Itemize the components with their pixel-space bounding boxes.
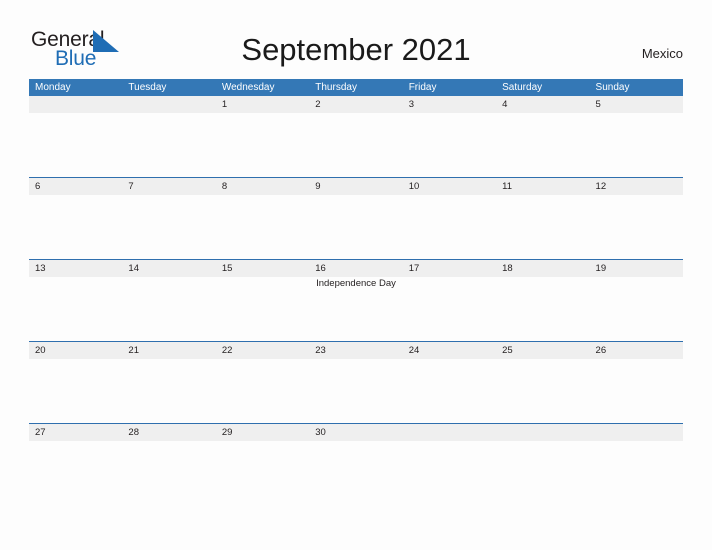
weekday-header-friday: Friday xyxy=(408,82,437,93)
day-number: 11 xyxy=(502,181,512,192)
day-number: 2 xyxy=(315,99,321,110)
day-number: 10 xyxy=(408,181,420,192)
day-cell[interactable]: 27 xyxy=(29,424,122,505)
day-number: 30 xyxy=(315,427,326,438)
weekday-header-monday: Monday xyxy=(35,82,71,93)
day-cell[interactable]: 4 xyxy=(496,96,589,177)
day-cell[interactable]: 13 xyxy=(29,260,122,341)
day-number: 23 xyxy=(315,345,326,356)
day-cell[interactable]: 8 xyxy=(216,178,309,259)
week-row: 13 14 15 16 Independence Day 17 18 19 xyxy=(29,259,683,341)
day-cell[interactable]: 3 xyxy=(403,96,496,177)
day-cell[interactable]: 11 xyxy=(496,178,589,259)
page-header: General Blue September 2021 Mexico xyxy=(0,0,712,80)
weekday-header-saturday: Saturday xyxy=(502,82,543,93)
day-cell[interactable]: 24 xyxy=(403,342,496,423)
week-row: 6 7 8 9 10 11 12 xyxy=(29,177,683,259)
page-title: September 2021 xyxy=(241,32,471,67)
day-cell[interactable]: 7 xyxy=(122,178,215,259)
day-number: 16 xyxy=(315,263,326,274)
day-number: 29 xyxy=(221,427,233,438)
day-number: 18 xyxy=(502,263,513,274)
day-number: 17 xyxy=(408,263,420,274)
day-cell[interactable]: 23 xyxy=(309,342,402,423)
day-cell[interactable]: 30 xyxy=(309,424,402,505)
day-cell[interactable] xyxy=(122,96,215,177)
day-cell[interactable]: 10 xyxy=(403,178,496,259)
day-cell[interactable]: 22 xyxy=(216,342,309,423)
day-number: 28 xyxy=(128,427,139,438)
day-cell[interactable]: 14 xyxy=(122,260,215,341)
day-cell[interactable]: 28 xyxy=(122,424,215,505)
day-number: 7 xyxy=(128,181,134,192)
week-row: 20 21 22 23 24 25 26 xyxy=(29,341,683,423)
day-cell[interactable]: 2 xyxy=(309,96,402,177)
day-cell[interactable]: 5 xyxy=(590,96,683,177)
day-cell[interactable]: 25 xyxy=(496,342,589,423)
day-number: 25 xyxy=(502,345,513,356)
day-number: 15 xyxy=(221,263,233,274)
day-cell[interactable]: 15 xyxy=(216,260,309,341)
weekday-header-wednesday: Wednesday xyxy=(221,82,275,93)
day-cell[interactable]: 29 xyxy=(216,424,309,505)
day-cell[interactable]: 26 xyxy=(590,342,683,423)
week-row: 27 28 29 30 xyxy=(29,423,683,505)
weekday-header-sunday: Sunday xyxy=(595,82,630,93)
day-number: 12 xyxy=(595,181,607,192)
day-number: 21 xyxy=(128,345,139,356)
day-number: 5 xyxy=(595,99,601,110)
day-number: 19 xyxy=(595,263,607,274)
day-number: 27 xyxy=(35,427,46,438)
day-number: 26 xyxy=(595,345,607,356)
day-number: 8 xyxy=(221,181,228,192)
day-number: 20 xyxy=(35,345,46,356)
day-cell[interactable] xyxy=(496,424,589,505)
week-row: 1 2 3 4 5 xyxy=(29,96,683,177)
weekday-header-row: Monday Tuesday Wednesday Thursday Friday… xyxy=(29,79,683,96)
day-events: Independence Day xyxy=(309,277,402,290)
day-cell[interactable] xyxy=(590,424,683,505)
day-cell[interactable]: 12 xyxy=(590,178,683,259)
day-number: 13 xyxy=(35,263,46,274)
weekday-header-tuesday: Tuesday xyxy=(128,82,167,93)
day-cell[interactable] xyxy=(29,96,122,177)
day-cell[interactable]: 20 xyxy=(29,342,122,423)
day-cell[interactable]: 18 xyxy=(496,260,589,341)
country-label: Mexico xyxy=(641,46,683,61)
day-number: 3 xyxy=(408,99,414,110)
day-cell[interactable]: 19 xyxy=(590,260,683,341)
day-number: 24 xyxy=(408,345,420,356)
weekday-header-thursday: Thursday xyxy=(315,82,357,93)
day-cell-holiday[interactable]: 16 Independence Day xyxy=(309,260,402,341)
day-number: 22 xyxy=(221,345,233,356)
calendar-grid: Monday Tuesday Wednesday Thursday Friday… xyxy=(29,79,683,505)
day-number: 1 xyxy=(221,99,228,110)
day-number: 6 xyxy=(35,181,41,192)
holiday-label: Independence Day xyxy=(316,278,396,289)
day-cell[interactable]: 1 xyxy=(216,96,309,177)
day-number: 4 xyxy=(502,99,508,110)
day-cell[interactable]: 17 xyxy=(403,260,496,341)
day-cell[interactable] xyxy=(403,424,496,505)
day-cell[interactable]: 21 xyxy=(122,342,215,423)
day-cell[interactable]: 6 xyxy=(29,178,122,259)
day-number: 9 xyxy=(315,181,321,192)
day-number: 14 xyxy=(128,263,139,274)
day-cell[interactable]: 9 xyxy=(309,178,402,259)
